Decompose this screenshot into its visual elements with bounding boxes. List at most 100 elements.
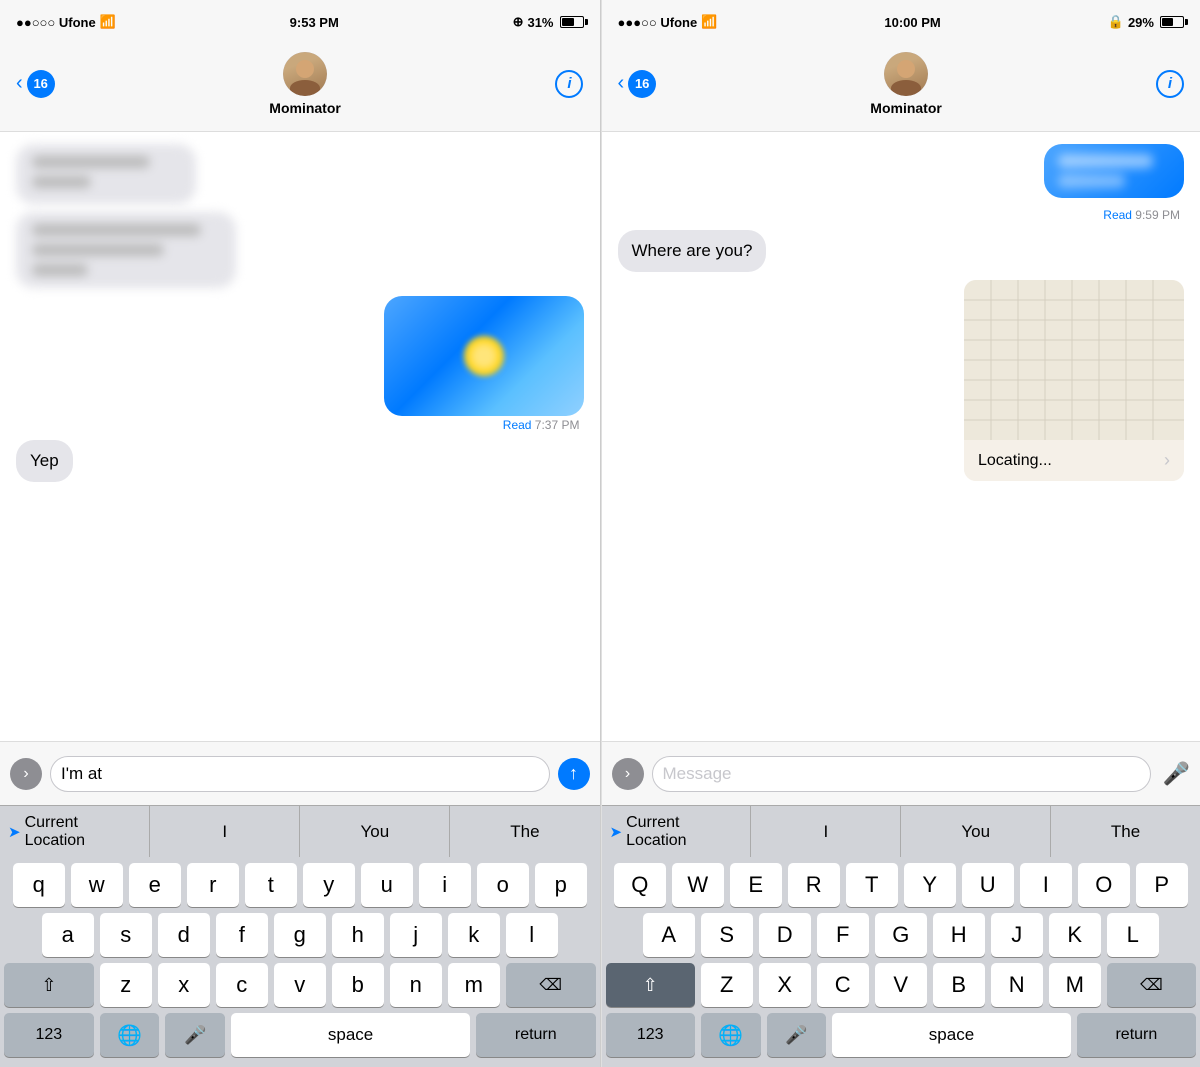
left-key-u[interactable]: u <box>361 863 413 907</box>
left-autocomplete-you[interactable]: You <box>300 806 450 857</box>
left-key-q[interactable]: q <box>13 863 65 907</box>
left-messages-area[interactable]: Read 7:37 PM Yep <box>0 132 600 741</box>
right-autocomplete-you[interactable]: You <box>901 806 1051 857</box>
right-key-123[interactable]: 123 <box>606 1013 695 1057</box>
left-key-shift[interactable]: ⇧ <box>4 963 94 1007</box>
right-autocomplete-location[interactable]: ➤ Current Location <box>602 806 752 857</box>
left-key-g[interactable]: g <box>274 913 326 957</box>
left-read-receipt-1: Read 7:37 PM <box>499 418 584 432</box>
right-key-M[interactable]: M <box>1049 963 1101 1007</box>
right-key-K[interactable]: K <box>1049 913 1101 957</box>
right-key-U[interactable]: U <box>962 863 1014 907</box>
right-key-D[interactable]: D <box>759 913 811 957</box>
right-autocomplete-i[interactable]: I <box>751 806 901 857</box>
right-key-S[interactable]: S <box>701 913 753 957</box>
locating-card[interactable]: Locating... › <box>964 280 1184 481</box>
left-autocomplete-the[interactable]: The <box>450 806 599 857</box>
right-key-Y[interactable]: Y <box>904 863 956 907</box>
right-key-A[interactable]: A <box>643 913 695 957</box>
right-key-return[interactable]: return <box>1077 1013 1196 1057</box>
right-battery-fill <box>1162 18 1173 26</box>
right-key-F[interactable]: F <box>817 913 869 957</box>
right-key-J[interactable]: J <box>991 913 1043 957</box>
left-key-p[interactable]: p <box>535 863 587 907</box>
right-expand-button[interactable]: › <box>612 758 644 790</box>
right-key-R[interactable]: R <box>788 863 840 907</box>
right-key-Q[interactable]: Q <box>614 863 666 907</box>
left-send-icon: ↑ <box>569 763 578 784</box>
left-message-input[interactable]: I'm at <box>61 764 539 784</box>
left-key-f[interactable]: f <box>216 913 268 957</box>
right-key-W[interactable]: W <box>672 863 724 907</box>
left-key-b[interactable]: b <box>332 963 384 1007</box>
left-key-delete[interactable]: ⌫ <box>506 963 596 1007</box>
left-key-123[interactable]: 123 <box>4 1013 94 1057</box>
right-battery-icon <box>1160 16 1184 28</box>
right-avatar[interactable] <box>884 52 928 96</box>
right-key-T[interactable]: T <box>846 863 898 907</box>
left-key-n[interactable]: n <box>390 963 442 1007</box>
left-key-z[interactable]: z <box>100 963 152 1007</box>
right-key-Z[interactable]: Z <box>701 963 753 1007</box>
left-key-v[interactable]: v <box>274 963 326 1007</box>
right-message-placeholder[interactable]: Message <box>663 764 732 784</box>
right-mic-button[interactable]: 🎤 <box>1159 761 1190 787</box>
left-key-o[interactable]: o <box>477 863 529 907</box>
left-key-emoji[interactable]: 🌐 <box>100 1013 160 1057</box>
left-key-y[interactable]: y <box>303 863 355 907</box>
right-key-V[interactable]: V <box>875 963 927 1007</box>
right-message-input-wrap[interactable]: Message <box>652 756 1151 792</box>
left-key-s[interactable]: s <box>100 913 152 957</box>
left-key-k[interactable]: k <box>448 913 500 957</box>
left-send-button[interactable]: ↑ <box>558 758 590 790</box>
right-key-delete[interactable]: ⌫ <box>1107 963 1196 1007</box>
right-messages-area[interactable]: Read 9:59 PM Where are you? <box>602 132 1200 741</box>
right-key-X[interactable]: X <box>759 963 811 1007</box>
left-key-return[interactable]: return <box>476 1013 595 1057</box>
right-key-B[interactable]: B <box>933 963 985 1007</box>
left-key-h[interactable]: h <box>332 913 384 957</box>
right-key-O[interactable]: O <box>1078 863 1130 907</box>
left-key-space[interactable]: space <box>231 1013 470 1057</box>
right-key-H[interactable]: H <box>933 913 985 957</box>
left-key-l[interactable]: l <box>506 913 558 957</box>
right-key-P[interactable]: P <box>1136 863 1188 907</box>
left-key-j[interactable]: j <box>390 913 442 957</box>
right-mic-icon: 🎤 <box>1163 761 1190 786</box>
left-key-d[interactable]: d <box>158 913 210 957</box>
left-key-t[interactable]: t <box>245 863 297 907</box>
left-key-e[interactable]: e <box>129 863 181 907</box>
right-key-E[interactable]: E <box>730 863 782 907</box>
right-back-button[interactable]: ‹ 16 <box>618 70 657 98</box>
right-key-C[interactable]: C <box>817 963 869 1007</box>
left-key-mic[interactable]: 🎤 <box>165 1013 225 1057</box>
left-message-input-wrap[interactable]: I'm at <box>50 756 550 792</box>
left-expand-button[interactable]: › <box>10 758 42 790</box>
left-avatar[interactable] <box>283 52 327 96</box>
right-key-L[interactable]: L <box>1107 913 1159 957</box>
left-autocomplete-i[interactable]: I <box>150 806 300 857</box>
left-autocomplete-location[interactable]: ➤ Current Location <box>0 806 150 857</box>
right-key-emoji[interactable]: 🌐 <box>701 1013 761 1057</box>
right-key-shift[interactable]: ⇧ <box>606 963 695 1007</box>
left-key-c[interactable]: c <box>216 963 268 1007</box>
right-wifi-icon: 📶 <box>701 14 717 30</box>
left-keyboard: q w e r t y u i o p a s d f g h j k l ⇧ … <box>0 857 600 1067</box>
right-key-N[interactable]: N <box>991 963 1043 1007</box>
left-key-x[interactable]: x <box>158 963 210 1007</box>
right-autocomplete-the[interactable]: The <box>1051 806 1200 857</box>
left-key-w[interactable]: w <box>71 863 123 907</box>
left-key-m[interactable]: m <box>448 963 500 1007</box>
right-key-G[interactable]: G <box>875 913 927 957</box>
right-key-space[interactable]: space <box>832 1013 1071 1057</box>
left-key-r[interactable]: r <box>187 863 239 907</box>
right-key-mic[interactable]: 🎤 <box>767 1013 827 1057</box>
right-msg-2: Where are you? <box>618 230 1185 272</box>
left-key-i[interactable]: i <box>419 863 471 907</box>
right-key-I[interactable]: I <box>1020 863 1072 907</box>
left-chevron-icon: ‹ <box>16 72 23 95</box>
left-key-a[interactable]: a <box>42 913 94 957</box>
left-info-button[interactable]: i <box>555 70 583 98</box>
left-back-button[interactable]: ‹ 16 <box>16 70 55 98</box>
right-info-button[interactable]: i <box>1156 70 1184 98</box>
